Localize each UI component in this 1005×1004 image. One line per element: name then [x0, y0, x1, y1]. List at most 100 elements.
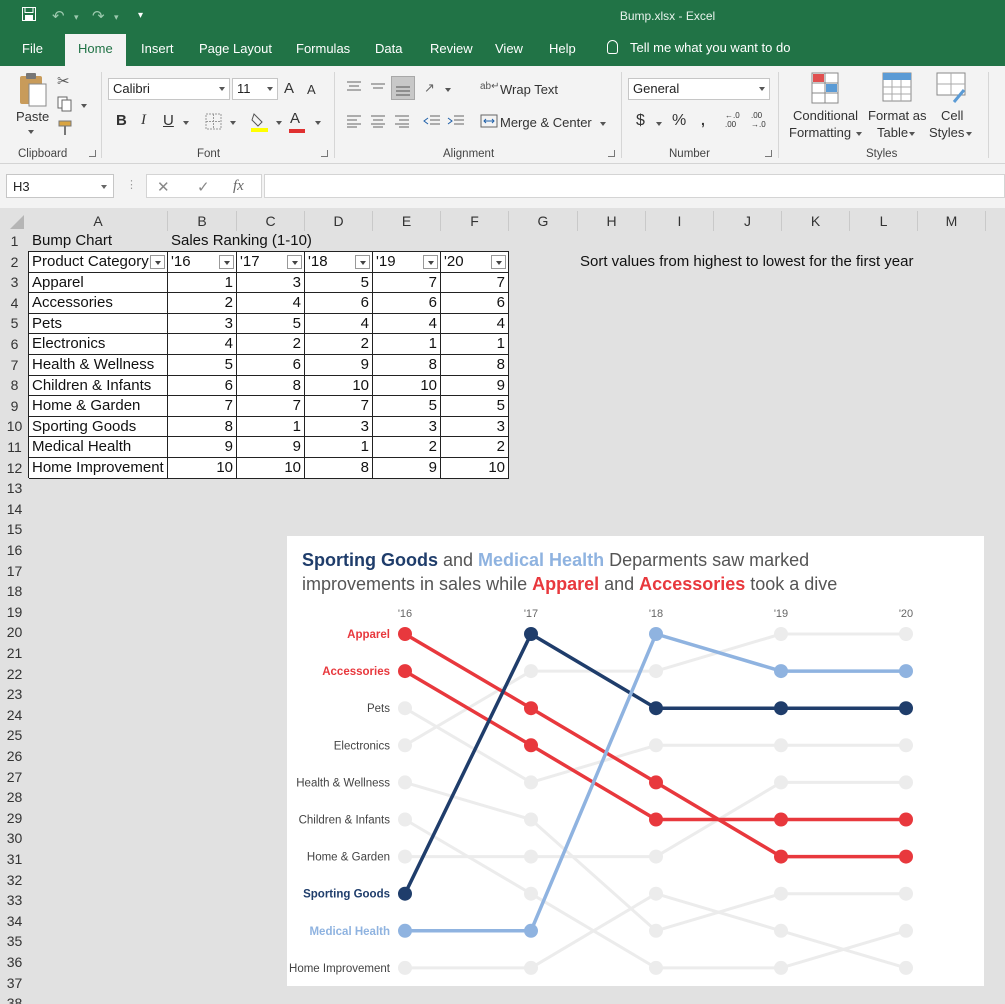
- column-header[interactable]: H: [578, 211, 646, 231]
- row-header[interactable]: 24: [0, 705, 29, 726]
- row-header[interactable]: 5: [0, 313, 29, 334]
- cell-styles-label-2[interactable]: Styles: [929, 125, 964, 140]
- table-header-cell[interactable]: '19: [373, 252, 441, 273]
- data-point[interactable]: [398, 627, 412, 641]
- table-cell-rank[interactable]: 3: [373, 416, 441, 438]
- data-point[interactable]: [524, 886, 538, 901]
- percent-button[interactable]: %: [672, 112, 686, 130]
- table-cell-rank[interactable]: 9: [168, 437, 237, 458]
- table-cell-rank[interactable]: 10: [168, 458, 237, 479]
- table-cell-rank[interactable]: 6: [441, 293, 509, 314]
- orientation-icon[interactable]: ↗: [424, 80, 435, 96]
- align-bottom-icon[interactable]: [391, 76, 415, 100]
- table-header-cell[interactable]: '18: [305, 252, 373, 273]
- tab-file[interactable]: File: [22, 41, 43, 56]
- data-point[interactable]: [774, 701, 788, 716]
- conditional-formatting-dropdown-icon[interactable]: [856, 132, 862, 136]
- font-size-select[interactable]: 11: [232, 78, 278, 100]
- table-cell-category[interactable]: Sporting Goods: [29, 416, 168, 438]
- orientation-dropdown-icon[interactable]: [445, 88, 451, 92]
- series-electronics[interactable]: [398, 627, 913, 753]
- table-cell-rank[interactable]: 5: [237, 313, 305, 335]
- conditional-formatting-label-2[interactable]: Formatting: [789, 125, 851, 140]
- conditional-formatting-label-1[interactable]: Conditional: [793, 108, 858, 123]
- currency-dropdown-icon[interactable]: [656, 122, 662, 126]
- data-point[interactable]: [398, 812, 412, 827]
- filter-dropdown-icon[interactable]: [355, 255, 370, 269]
- row-header[interactable]: 29: [0, 808, 29, 829]
- data-point[interactable]: [398, 775, 412, 790]
- data-point[interactable]: [774, 664, 788, 679]
- worksheet[interactable]: ABCDEFGHIJKLM 1 2 3 4 5 6 7 8 9 10 11 12 13 14 15 16 17 1…: [0, 208, 1005, 1004]
- row-header[interactable]: 23: [0, 684, 29, 705]
- tell-me-search[interactable]: Tell me what you want to do: [607, 40, 790, 55]
- row-header[interactable]: 34: [0, 911, 29, 932]
- align-center-icon[interactable]: [370, 114, 386, 131]
- data-point[interactable]: [899, 960, 913, 975]
- data-point[interactable]: [398, 886, 412, 901]
- table-cell-rank[interactable]: 8: [441, 355, 509, 376]
- merge-dropdown-icon[interactable]: [600, 122, 606, 126]
- row-header[interactable]: 7: [0, 355, 29, 376]
- tab-view[interactable]: View: [495, 41, 523, 56]
- table-cell-rank[interactable]: 7: [441, 272, 509, 294]
- table-cell-rank[interactable]: 1: [168, 272, 237, 294]
- row-header[interactable]: 3: [0, 272, 29, 293]
- data-point[interactable]: [649, 775, 663, 790]
- data-point[interactable]: [899, 738, 913, 753]
- format-as-table-label-1[interactable]: Format as: [868, 108, 927, 123]
- data-point[interactable]: [524, 812, 538, 827]
- table-cell-rank[interactable]: 3: [237, 272, 305, 294]
- row-header[interactable]: 19: [0, 602, 29, 623]
- data-point[interactable]: [524, 627, 538, 641]
- row-header[interactable]: 33: [0, 890, 29, 911]
- data-point[interactable]: [774, 849, 788, 864]
- paste-icon[interactable]: [18, 72, 48, 113]
- table-cell-rank[interactable]: 4: [237, 293, 305, 314]
- bump-chart[interactable]: Sporting Goods and Medical Health Deparm…: [287, 536, 984, 986]
- table-cell-rank[interactable]: 1: [373, 334, 441, 355]
- column-header[interactable]: I: [646, 211, 714, 231]
- table-cell-category[interactable]: Home & Garden: [29, 396, 168, 417]
- number-dialog-launcher[interactable]: [765, 150, 772, 157]
- table-cell-rank[interactable]: 5: [168, 355, 237, 376]
- table-header-cell[interactable]: Product Category: [29, 252, 168, 273]
- table-cell-category[interactable]: Health & Wellness: [29, 355, 168, 376]
- format-as-table-dropdown-icon[interactable]: [909, 132, 915, 136]
- table-cell-rank[interactable]: 1: [441, 334, 509, 355]
- table-cell-rank[interactable]: 2: [168, 293, 237, 314]
- data-point[interactable]: [774, 627, 788, 641]
- table-cell-rank[interactable]: 5: [441, 396, 509, 417]
- tab-formulas[interactable]: Formulas: [296, 41, 350, 56]
- table-cell-rank[interactable]: 8: [168, 416, 237, 438]
- cell-styles-label-1[interactable]: Cell: [941, 108, 963, 123]
- filter-dropdown-icon[interactable]: [219, 255, 234, 269]
- table-cell-rank[interactable]: 10: [373, 375, 441, 397]
- row-header[interactable]: 17: [0, 561, 29, 582]
- row-header[interactable]: 38: [0, 993, 29, 1004]
- bold-button[interactable]: B: [116, 112, 127, 129]
- row-header[interactable]: 30: [0, 828, 29, 849]
- row-header[interactable]: 14: [0, 499, 29, 520]
- align-top-icon[interactable]: [346, 80, 362, 97]
- cell-a1[interactable]: Bump Chart: [32, 231, 112, 252]
- table-cell-rank[interactable]: 10: [237, 458, 305, 479]
- table-header-cell[interactable]: '17: [237, 252, 305, 273]
- enter-icon[interactable]: ✓: [197, 178, 210, 196]
- data-point[interactable]: [524, 701, 538, 716]
- align-middle-icon[interactable]: [370, 80, 386, 97]
- wrap-text-button[interactable]: Wrap Text: [500, 82, 558, 97]
- row-header[interactable]: 37: [0, 973, 29, 994]
- column-header[interactable]: M: [918, 211, 986, 231]
- increase-indent-icon[interactable]: [447, 114, 465, 131]
- column-header[interactable]: K: [782, 211, 850, 231]
- shrink-font-button[interactable]: A: [307, 82, 316, 97]
- table-cell-rank[interactable]: 1: [237, 416, 305, 438]
- data-point[interactable]: [899, 812, 913, 827]
- data-point[interactable]: [649, 627, 663, 641]
- data-point[interactable]: [774, 738, 788, 753]
- row-header[interactable]: 2: [0, 252, 29, 273]
- row-header[interactable]: 4: [0, 293, 29, 314]
- table-cell-rank[interactable]: 2: [441, 437, 509, 458]
- filter-dropdown-icon[interactable]: [150, 255, 165, 269]
